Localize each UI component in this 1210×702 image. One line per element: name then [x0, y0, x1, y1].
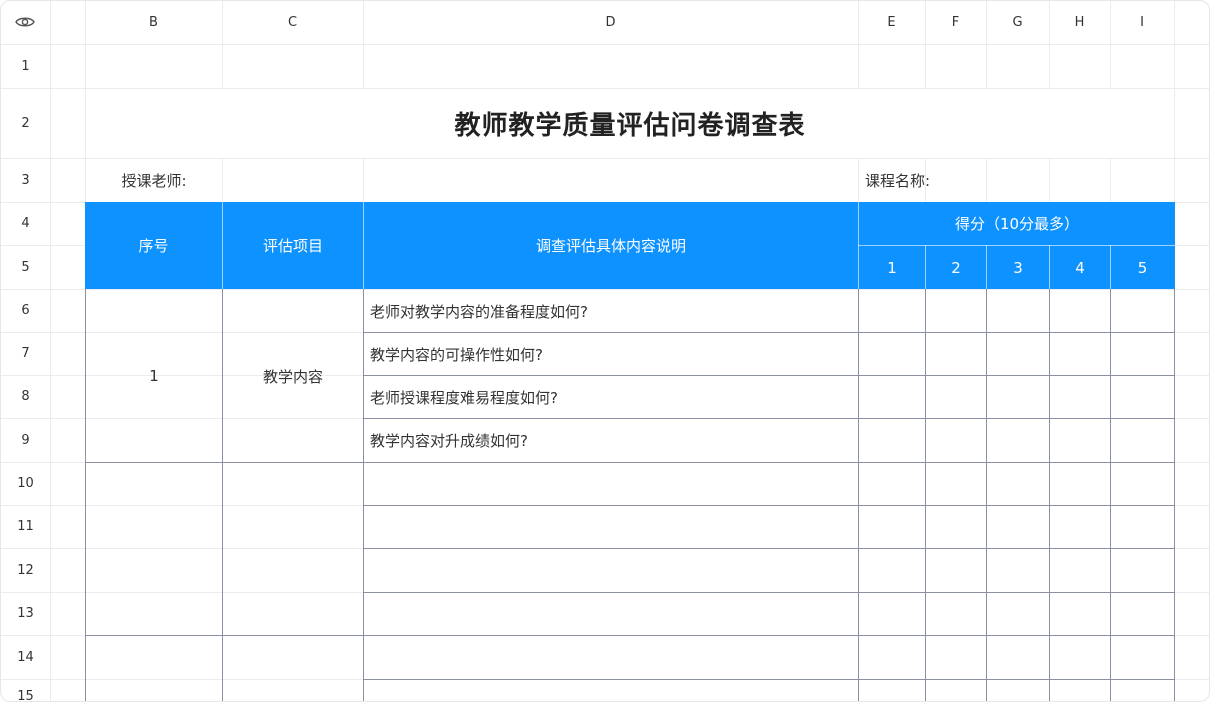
question-text: 教学内容的可操作性如何?	[370, 345, 543, 364]
row-header-15[interactable]: 15	[1, 679, 50, 701]
row-header-7[interactable]: 7	[1, 332, 50, 375]
table-border	[363, 548, 1175, 549]
header-divider	[363, 202, 364, 289]
table-border	[925, 289, 926, 701]
score-col-5[interactable]: 5	[1111, 246, 1174, 289]
table-border	[363, 592, 1175, 593]
table-border	[85, 635, 1175, 636]
row-header-9[interactable]: 9	[1, 418, 50, 462]
score-col-1[interactable]: 1	[859, 246, 925, 289]
sheet-title: 教师教学质量评估问卷调查表	[454, 111, 806, 141]
group-item: 教学内容	[262, 367, 323, 386]
table-border	[858, 289, 859, 701]
row-header-8[interactable]: 8	[1, 375, 50, 418]
score-col-4[interactable]: 4	[1050, 246, 1110, 289]
sheet-title-cell[interactable]: 教师教学质量评估问卷调查表	[86, 89, 1174, 158]
row-header-11[interactable]: 11	[1, 505, 50, 548]
column-header-g[interactable]: G	[986, 1, 1049, 44]
row-header-3[interactable]: 3	[1, 158, 50, 202]
row-header-14[interactable]: 14	[1, 635, 50, 679]
header-divider	[1110, 245, 1111, 289]
group-seq-cell[interactable]: 1	[86, 290, 222, 462]
column-header-i[interactable]: I	[1110, 1, 1174, 44]
header-desc: 调查评估具体内容说明	[535, 237, 686, 255]
table-border	[986, 289, 987, 701]
teacher-label-cell[interactable]: 授课老师:	[86, 159, 222, 202]
question-text: 教学内容对升成绩如何?	[370, 432, 528, 450]
column-header-e[interactable]: E	[858, 1, 925, 44]
column-header-f[interactable]: F	[925, 1, 986, 44]
column-header-b[interactable]: B	[85, 1, 222, 44]
group-item-cell[interactable]: 教学内容	[223, 290, 363, 462]
header-divider	[222, 202, 223, 289]
table-border	[85, 462, 1175, 463]
table-border	[1174, 289, 1175, 701]
header-divider	[858, 245, 1175, 246]
question-text: 老师对教学内容的准备程度如何?	[370, 302, 588, 321]
header-desc-cell[interactable]: 调查评估具体内容说明	[364, 202, 858, 289]
table-border	[1110, 289, 1111, 701]
header-score-cell[interactable]: 得分（10分最多）	[859, 202, 1175, 245]
column-header-c[interactable]: C	[222, 1, 363, 44]
header-divider	[925, 245, 926, 289]
spreadsheet-grid: B C D E F G H I 1 2 3 4 5 6 7 8 9 10 11 …	[1, 1, 1209, 701]
row-header-6[interactable]: 6	[1, 289, 50, 332]
group-seq: 1	[149, 367, 159, 385]
teacher-label: 授课老师:	[121, 172, 187, 190]
question-cell[interactable]: 老师对教学内容的准备程度如何?	[364, 290, 858, 332]
row-header-12[interactable]: 12	[1, 548, 50, 592]
course-label-cell[interactable]: 课程名称:	[859, 159, 1059, 202]
header-seq-cell[interactable]: 序号	[85, 202, 222, 289]
row-header-1[interactable]: 1	[1, 44, 50, 88]
eye-icon[interactable]	[15, 14, 35, 30]
course-label: 课程名称:	[865, 172, 931, 190]
grid-line	[1, 44, 1209, 45]
header-divider	[986, 245, 987, 289]
table-border	[363, 505, 1175, 506]
grid-line	[50, 1, 51, 701]
header-item: 评估项目	[262, 237, 323, 255]
row-header-5[interactable]: 5	[1, 245, 50, 289]
table-border	[1049, 289, 1050, 701]
column-header-d[interactable]: D	[363, 1, 858, 44]
table-border	[363, 679, 1175, 680]
question-text: 老师授课程度难易程度如何?	[370, 388, 558, 407]
spreadsheet-frame: B C D E F G H I 1 2 3 4 5 6 7 8 9 10 11 …	[0, 0, 1210, 702]
row-header-4[interactable]: 4	[1, 202, 50, 245]
header-item-cell[interactable]: 评估项目	[223, 202, 363, 289]
column-header-h[interactable]: H	[1049, 1, 1110, 44]
score-col-3[interactable]: 3	[987, 246, 1049, 289]
row-header-10[interactable]: 10	[1, 462, 50, 505]
question-cell[interactable]: 老师授课程度难易程度如何?	[364, 376, 858, 418]
row-header-13[interactable]: 13	[1, 592, 50, 635]
row-header-2[interactable]: 2	[1, 88, 50, 158]
header-score: 得分（10分最多）	[954, 215, 1080, 233]
question-cell[interactable]: 教学内容对升成绩如何?	[364, 419, 858, 462]
score-col-2[interactable]: 2	[926, 246, 986, 289]
header-divider	[1049, 245, 1050, 289]
question-cell[interactable]: 教学内容的可操作性如何?	[364, 333, 858, 375]
header-seq: 序号	[138, 237, 169, 255]
